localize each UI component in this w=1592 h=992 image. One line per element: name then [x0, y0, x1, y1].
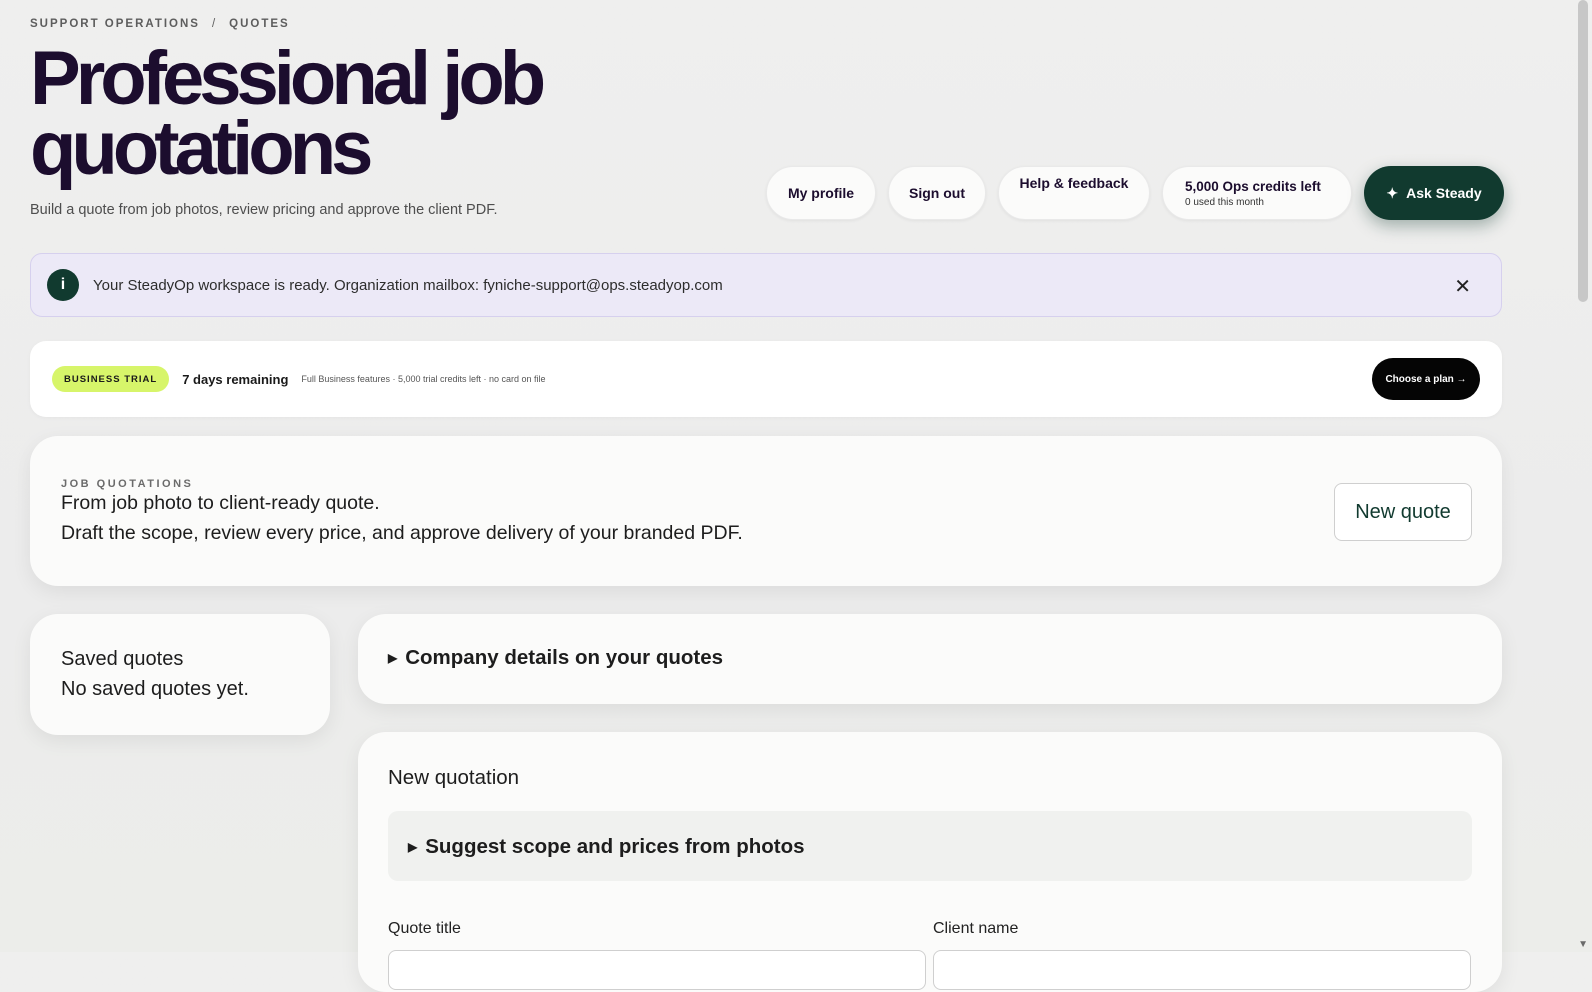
trial-badge: BUSINESS TRIAL — [52, 366, 170, 392]
my-profile-button[interactable]: My profile — [766, 166, 876, 220]
client-name-label: Client name — [933, 920, 1019, 937]
page-title: Professional job quotations — [30, 36, 546, 191]
new-quotation-card: New quotation ▶ Suggest scope and prices… — [358, 732, 1502, 992]
company-details-toggle[interactable]: ▶ Company details on your quotes — [358, 614, 1502, 704]
scroll-down-icon[interactable]: ▼ — [1578, 939, 1588, 950]
choose-plan-button[interactable]: Choose a plan → — [1372, 358, 1480, 400]
suggest-scope-toggle[interactable]: ▶ Suggest scope and prices from photos — [388, 811, 1472, 881]
company-details-label: Company details on your quotes — [405, 646, 724, 669]
saved-quotes-empty: No saved quotes yet. — [61, 678, 249, 700]
quote-title-input[interactable] — [388, 950, 926, 990]
help-feedback-button[interactable]: Help & feedback — [998, 166, 1150, 220]
triangle-right-icon: ▶ — [388, 651, 398, 665]
close-icon[interactable]: ✕ — [1454, 274, 1471, 299]
new-quote-button[interactable]: New quote — [1334, 483, 1472, 541]
trial-note: Full Business features · 5,000 trial cre… — [301, 374, 546, 384]
trial-days-remaining: 7 days remaining — [182, 371, 289, 387]
workspace-ready-banner: i Your SteadyOp workspace is ready. Orga… — [30, 253, 1502, 317]
page-subtitle: Build a quote from job photos, review pr… — [30, 202, 498, 218]
breadcrumb-separator: / — [211, 18, 218, 30]
client-name-input[interactable] — [933, 950, 1471, 990]
trial-bar: BUSINESS TRIAL 7 days remaining Full Bus… — [30, 341, 1502, 417]
breadcrumb-section[interactable]: SUPPORT OPERATIONS — [30, 18, 200, 30]
credits-indicator[interactable]: 5,000 Ops credits left 0 used this month — [1162, 166, 1352, 220]
saved-quotes-title: Saved quotes — [61, 648, 184, 670]
job-quotations-card: JOB QUOTATIONS From job photo to client-… — [30, 436, 1502, 586]
breadcrumb: SUPPORT OPERATIONS / QUOTES — [30, 18, 290, 30]
suggest-scope-summary[interactable]: ▶ Suggest scope and prices from photos — [408, 835, 805, 859]
job-quotations-description: Draft the scope, review every price, and… — [61, 522, 743, 544]
saved-quotes-card: Saved quotes No saved quotes yet. — [30, 614, 330, 735]
credits-remaining: 5,000 Ops credits left — [1185, 178, 1321, 194]
breadcrumb-page: QUOTES — [229, 18, 290, 30]
banner-message: Your SteadyOp workspace is ready. Organi… — [93, 276, 723, 294]
company-details-summary[interactable]: ▶ Company details on your quotes — [388, 646, 723, 670]
scrollbar-thumb[interactable] — [1578, 0, 1588, 302]
job-quotations-headline: From job photo to client-ready quote. — [61, 492, 380, 514]
section-eyebrow: JOB QUOTATIONS — [61, 478, 194, 490]
sparkle-icon: ✦ — [1386, 184, 1399, 201]
credits-used: 0 used this month — [1185, 196, 1264, 208]
triangle-right-icon: ▶ — [408, 840, 418, 854]
page-scrollbar[interactable]: ▼ — [1572, 0, 1592, 952]
sign-out-button[interactable]: Sign out — [888, 166, 986, 220]
ask-steady-label: Ask Steady — [1406, 185, 1482, 201]
quote-title-label: Quote title — [388, 920, 461, 937]
suggest-scope-label: Suggest scope and prices from photos — [425, 835, 805, 858]
new-quotation-title: New quotation — [388, 766, 520, 789]
info-icon: i — [47, 269, 79, 301]
ask-steady-button[interactable]: ✦ Ask Steady — [1364, 166, 1504, 220]
